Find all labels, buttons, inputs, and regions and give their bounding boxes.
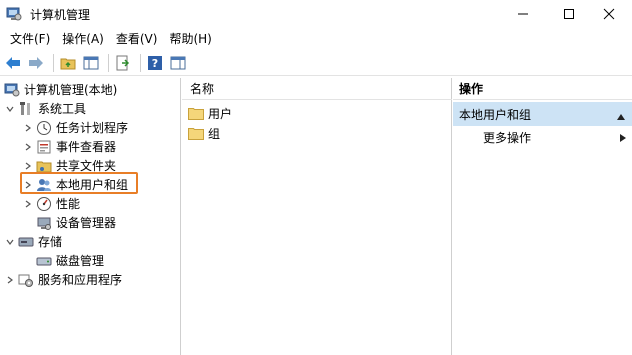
clock-icon — [36, 120, 52, 136]
menu-action[interactable]: 操作(A) — [56, 28, 110, 50]
action-section-label: 本地用户和组 — [459, 107, 532, 122]
storage-icon — [18, 234, 34, 250]
action-pane-title: 操作 — [459, 82, 484, 96]
device-manager-icon — [36, 215, 52, 231]
forward-button[interactable] — [26, 53, 46, 73]
services-icon — [18, 272, 34, 288]
action-more-actions[interactable]: 更多操作 — [483, 128, 531, 146]
tree-item-performance[interactable]: 性能 — [22, 194, 80, 213]
action-item-label: 更多操作 — [483, 130, 532, 145]
results-pane: 名称 用户 组 — [182, 78, 452, 355]
collapse-triangle-icon[interactable] — [616, 110, 626, 124]
chevron-down-icon[interactable] — [4, 236, 16, 248]
tools-icon — [18, 101, 34, 117]
show-action-pane-button[interactable] — [168, 53, 188, 73]
computer-management-icon — [6, 6, 22, 22]
submenu-arrow-icon[interactable] — [619, 132, 627, 146]
close-button[interactable] — [586, 0, 632, 28]
tree-label: 设备管理器 — [56, 216, 117, 230]
tree-item-event-viewer[interactable]: 事件查看器 — [22, 137, 116, 156]
tree-item-storage[interactable]: 存储 — [4, 232, 62, 251]
action-pane: 操作 本地用户和组 更多操作 — [453, 78, 632, 355]
tree-item-system-tools[interactable]: 系统工具 — [4, 99, 86, 118]
tree-label: 事件查看器 — [56, 140, 117, 154]
tree-label: 性能 — [56, 197, 81, 211]
menu-file[interactable]: 文件(F) — [4, 28, 56, 50]
column-header-name[interactable]: 名称 — [182, 78, 452, 100]
tree-label: 任务计划程序 — [56, 121, 129, 135]
toolbar-separator — [140, 53, 141, 72]
up-folder-button[interactable] — [58, 53, 78, 73]
tree-item-root[interactable]: 计算机管理(本地) — [4, 80, 117, 99]
tree-label: 磁盘管理 — [56, 254, 105, 268]
svg-text:?: ? — [152, 57, 158, 70]
tree-item-local-users-groups[interactable]: 本地用户和组 — [22, 175, 128, 194]
chevron-right-icon[interactable] — [22, 122, 34, 134]
folder-icon — [188, 107, 204, 120]
title-bar: 计算机管理 — [0, 0, 632, 28]
tree-label: 存储 — [38, 235, 63, 249]
chevron-right-icon[interactable] — [4, 274, 16, 286]
tree-item-device-manager[interactable]: 设备管理器 — [36, 213, 116, 232]
toolbar: ? — [0, 50, 632, 76]
toolbar-separator — [53, 53, 54, 72]
tree-label: 系统工具 — [38, 102, 87, 116]
list-item-groups[interactable]: 组 — [188, 123, 220, 143]
menu-help[interactable]: 帮助(H) — [163, 28, 217, 50]
list-item-label: 用户 — [208, 106, 233, 121]
menu-bar: 文件(F) 操作(A) 查看(V) 帮助(H) — [0, 28, 632, 50]
chevron-right-icon[interactable] — [22, 160, 34, 172]
export-list-button[interactable] — [113, 53, 133, 73]
users-icon — [36, 177, 52, 193]
tree-item-services-apps[interactable]: 服务和应用程序 — [4, 270, 122, 289]
action-section-local-users-groups[interactable]: 本地用户和组 — [453, 102, 632, 126]
console-tree-pane: 计算机管理(本地) 系统工具 任务计划程序 事件查看器 共享文件夹 本地用户和组… — [0, 78, 181, 355]
list-item-users[interactable]: 用户 — [188, 103, 232, 123]
tree-item-task-scheduler[interactable]: 任务计划程序 — [22, 118, 128, 137]
minimize-button[interactable] — [500, 0, 546, 28]
list-item-label: 组 — [208, 126, 221, 141]
menu-view[interactable]: 查看(V) — [110, 28, 164, 50]
show-hide-tree-button[interactable] — [81, 53, 101, 73]
computer-management-icon — [4, 82, 20, 98]
chevron-right-icon[interactable] — [22, 141, 34, 153]
back-button[interactable] — [3, 53, 23, 73]
tree-label: 计算机管理(本地) — [24, 83, 118, 97]
tree-label: 服务和应用程序 — [38, 273, 123, 287]
chevron-right-icon[interactable] — [22, 179, 34, 191]
tree-label: 本地用户和组 — [56, 178, 129, 192]
folder-icon — [188, 127, 204, 140]
action-pane-header: 操作 — [453, 78, 632, 100]
window-title: 计算机管理 — [30, 7, 91, 22]
toolbar-separator — [108, 53, 109, 72]
chevron-down-icon[interactable] — [4, 103, 16, 115]
disk-icon — [36, 253, 52, 269]
tree-item-disk-management[interactable]: 磁盘管理 — [36, 251, 104, 270]
event-log-icon — [36, 139, 52, 155]
performance-icon — [36, 196, 52, 212]
column-header-label: 名称 — [190, 82, 215, 96]
help-button[interactable]: ? — [145, 53, 165, 73]
chevron-right-icon[interactable] — [22, 198, 34, 210]
